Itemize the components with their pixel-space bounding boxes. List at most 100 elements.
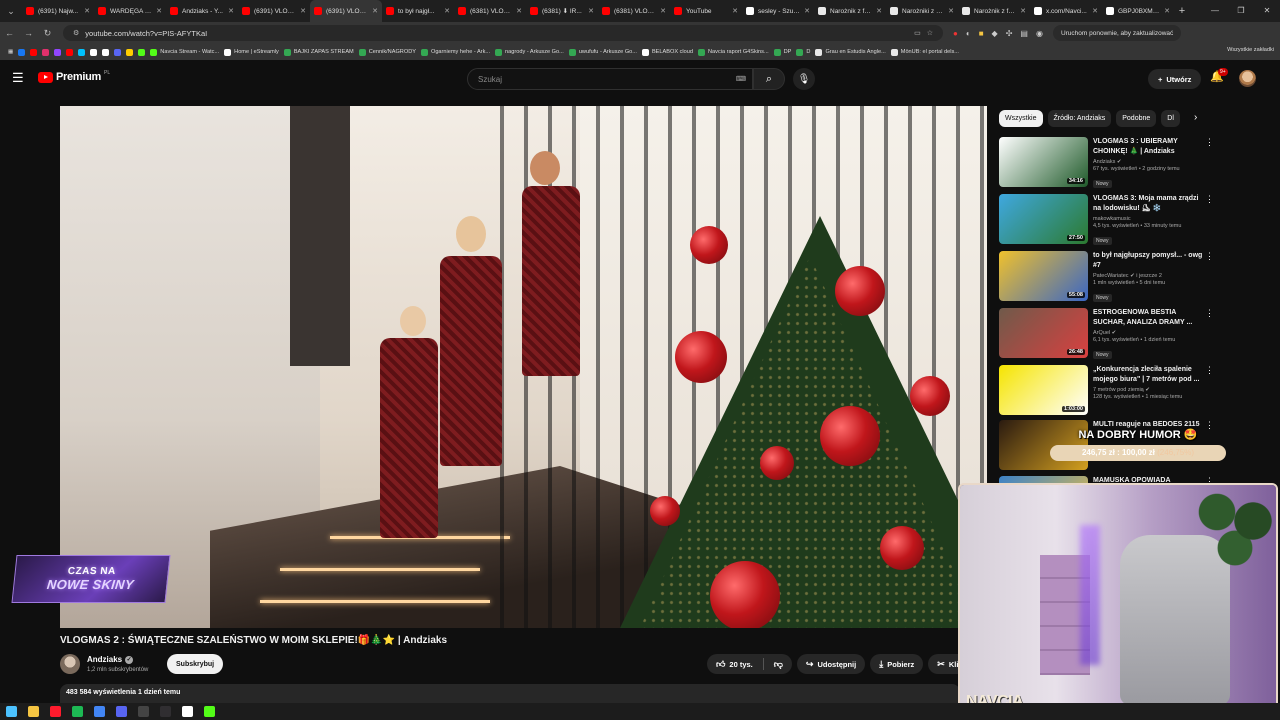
search-input[interactable]: Szukaj ⌨ [467, 68, 753, 90]
bookmark-item[interactable]: DP [773, 48, 791, 56]
close-tab-icon[interactable]: ✕ [1164, 7, 1170, 15]
more-options-icon[interactable]: ⋮ [1205, 308, 1214, 319]
bookmark-item[interactable]: D [796, 48, 810, 56]
new-tab-button[interactable]: + [1174, 5, 1190, 17]
cast-icon[interactable]: ▭ [914, 29, 921, 37]
recommendation-title[interactable]: to był najgłupszy pomysł... - owg #7 [1093, 251, 1203, 271]
browser-tab[interactable]: (6391) Najw... ✕ [22, 0, 94, 22]
recommendation-title[interactable]: „Konkurencja zleciła spalenie mojego biu… [1093, 365, 1203, 385]
opera-icon[interactable] [50, 706, 61, 717]
tab-search-icon[interactable]: ⌄ [0, 0, 22, 22]
browser-tab[interactable]: WARDĘGA O... ✕ [94, 0, 166, 22]
video-thumbnail[interactable]: 55:08 [999, 251, 1088, 301]
more-options-icon[interactable]: ⋮ [1205, 365, 1214, 376]
browser-tab[interactable]: YouTube ✕ [670, 0, 742, 22]
close-tab-icon[interactable]: ✕ [372, 7, 378, 15]
search-button[interactable]: ⌕ [753, 68, 785, 90]
dislike-button[interactable]: 👎︎ [774, 659, 783, 670]
browser-tab[interactable]: sesley - Szuk... ✕ [742, 0, 814, 22]
maximize-icon[interactable]: ❐ [1228, 0, 1254, 22]
sidebar-icon[interactable]: ▤ [1020, 29, 1028, 38]
bookmark-item[interactable]: nagrody - Arkusze Go... [495, 48, 564, 56]
browser-tab[interactable]: GBPJ0BXMA... ✕ [1102, 0, 1174, 22]
browser-tab[interactable]: (6381) VLOG... ✕ [598, 0, 670, 22]
browser-tab[interactable]: (6391) VLOG... ✕ [238, 0, 310, 22]
bookmark-item[interactable] [18, 48, 26, 56]
file-explorer-icon[interactable] [28, 706, 39, 717]
bookmark-item[interactable]: Grau en Estudis Angle... [815, 48, 886, 56]
bookmark-item[interactable] [114, 48, 122, 56]
browser-tab[interactable]: (6381) VLOG... ✕ [454, 0, 526, 22]
bookmark-item[interactable]: BELABOX cloud [641, 48, 693, 56]
kick-icon[interactable] [204, 706, 215, 717]
bookmark-item[interactable] [78, 48, 86, 56]
extension-icon[interactable]: ● [953, 29, 958, 38]
browser-tab[interactable]: (6391) VLOG... ✕ [310, 0, 382, 22]
account-avatar[interactable] [1239, 70, 1256, 87]
url-field[interactable]: ⚙ youtube.com/watch?v=PIS-AFYTKaI ▭ ☆ [63, 25, 943, 41]
recommendation-channel[interactable]: Andziaks ✔ [1093, 159, 1203, 165]
browser-tab[interactable]: to był najgł... ✕ [382, 0, 454, 22]
extension-icon[interactable]: ◆ [992, 29, 998, 38]
bookmark-item[interactable] [102, 48, 110, 56]
site-info-icon[interactable]: ⚙ [73, 29, 79, 37]
apps-icon[interactable]: ▦ [8, 49, 13, 55]
recommendation-title[interactable]: VLOGMAS 3 : UBIERAMY CHOINKĘ! 🎄 | Andzia… [1093, 137, 1203, 157]
filter-chip[interactable]: Dl [1161, 110, 1180, 127]
bookmark-item[interactable]: Ogarniemy hehe - Ark... [420, 48, 490, 56]
download-button[interactable]: ⤓ Pobierz [870, 654, 924, 674]
close-tab-icon[interactable]: ✕ [660, 7, 666, 15]
chevron-right-icon[interactable]: › [1194, 112, 1197, 123]
filter-chip[interactable]: Podobne [1116, 110, 1157, 127]
bookmark-item[interactable] [90, 48, 98, 56]
bookmark-item[interactable] [66, 48, 74, 56]
subscribe-button[interactable]: Subskrybuj [167, 654, 224, 674]
browser-tab[interactable]: Narożniki z fu... ✕ [886, 0, 958, 22]
close-tab-icon[interactable]: ✕ [804, 7, 810, 15]
close-tab-icon[interactable]: ✕ [732, 7, 738, 15]
recommendation-item[interactable]: 55:08 to był najgłupszy pomysł... - owg #… [999, 251, 1219, 303]
video-thumbnail[interactable]: 27:50 [999, 194, 1088, 244]
close-tab-icon[interactable]: ✕ [876, 7, 882, 15]
bookmark-item[interactable] [126, 48, 134, 56]
update-button[interactable]: Uruchom ponownie, aby zaktualizować [1052, 25, 1182, 41]
browser-tab[interactable]: Narożnik z fu... ✕ [958, 0, 1030, 22]
recommendation-channel[interactable]: 7 metrów pod ziemią ✔ [1093, 387, 1203, 393]
extension-icon[interactable]: ◐ [966, 29, 971, 38]
recommendation-channel[interactable]: PatecWariatec ✔ i jeszcze 2 [1093, 273, 1203, 279]
recommendation-title[interactable]: ESTROGENOWA BESTIA SUCHAR, ANALIZA DRAMY… [1093, 308, 1203, 328]
bookmark-item[interactable]: Navcia raport G4Skins... [698, 48, 769, 56]
recommendation-channel[interactable]: ArQuel ✔ [1093, 330, 1203, 336]
browser-tab[interactable]: (6381) ⬇ IR... ✕ [526, 0, 598, 22]
spotify-icon[interactable] [72, 706, 83, 717]
chrome-icon[interactable] [94, 706, 105, 717]
discord-icon[interactable] [116, 706, 127, 717]
close-tab-icon[interactable]: ✕ [300, 7, 306, 15]
notepad-icon[interactable] [182, 706, 193, 717]
bookmark-item[interactable] [138, 48, 146, 56]
bookmark-item[interactable]: Home | eStreamly [224, 48, 279, 56]
forward-icon[interactable]: → [19, 28, 38, 38]
recommendation-item[interactable]: 1:03:00 „Konkurencja zleciła spalenie moj… [999, 365, 1219, 417]
keyboard-icon[interactable]: ⌨ [736, 75, 746, 83]
close-window-icon[interactable]: ✕ [1254, 0, 1280, 22]
close-tab-icon[interactable]: ✕ [444, 7, 450, 15]
more-options-icon[interactable]: ⋮ [1205, 251, 1214, 262]
windows-start-icon[interactable] [6, 706, 17, 717]
extension-icon[interactable]: ■ [979, 29, 984, 38]
recommendation-title[interactable]: VLOGMAS 3: Moja mama zrądzi na lodowisku… [1093, 194, 1203, 214]
bookmark-item[interactable] [30, 48, 38, 56]
filter-chip[interactable]: Wszystkie [999, 110, 1043, 127]
menu-icon[interactable]: ☰ [12, 71, 25, 85]
video-player[interactable] [60, 106, 987, 628]
close-tab-icon[interactable]: ✕ [1020, 7, 1026, 15]
browser-tab[interactable]: Andziaks - Y... ✕ [166, 0, 238, 22]
bookmark-item[interactable]: MōnUB: el portal dels... [890, 48, 959, 56]
bookmark-item[interactable] [54, 48, 62, 56]
bookmark-item[interactable]: Cennik/NAGRODY [358, 48, 416, 56]
channel-name-link[interactable]: Andziaks ✓ [87, 655, 134, 664]
video-thumbnail[interactable]: 1:03:00 [999, 365, 1088, 415]
close-tab-icon[interactable]: ✕ [228, 7, 234, 15]
more-options-icon[interactable]: ⋮ [1205, 137, 1214, 148]
recommendation-channel[interactable]: makowkamusic [1093, 216, 1203, 222]
